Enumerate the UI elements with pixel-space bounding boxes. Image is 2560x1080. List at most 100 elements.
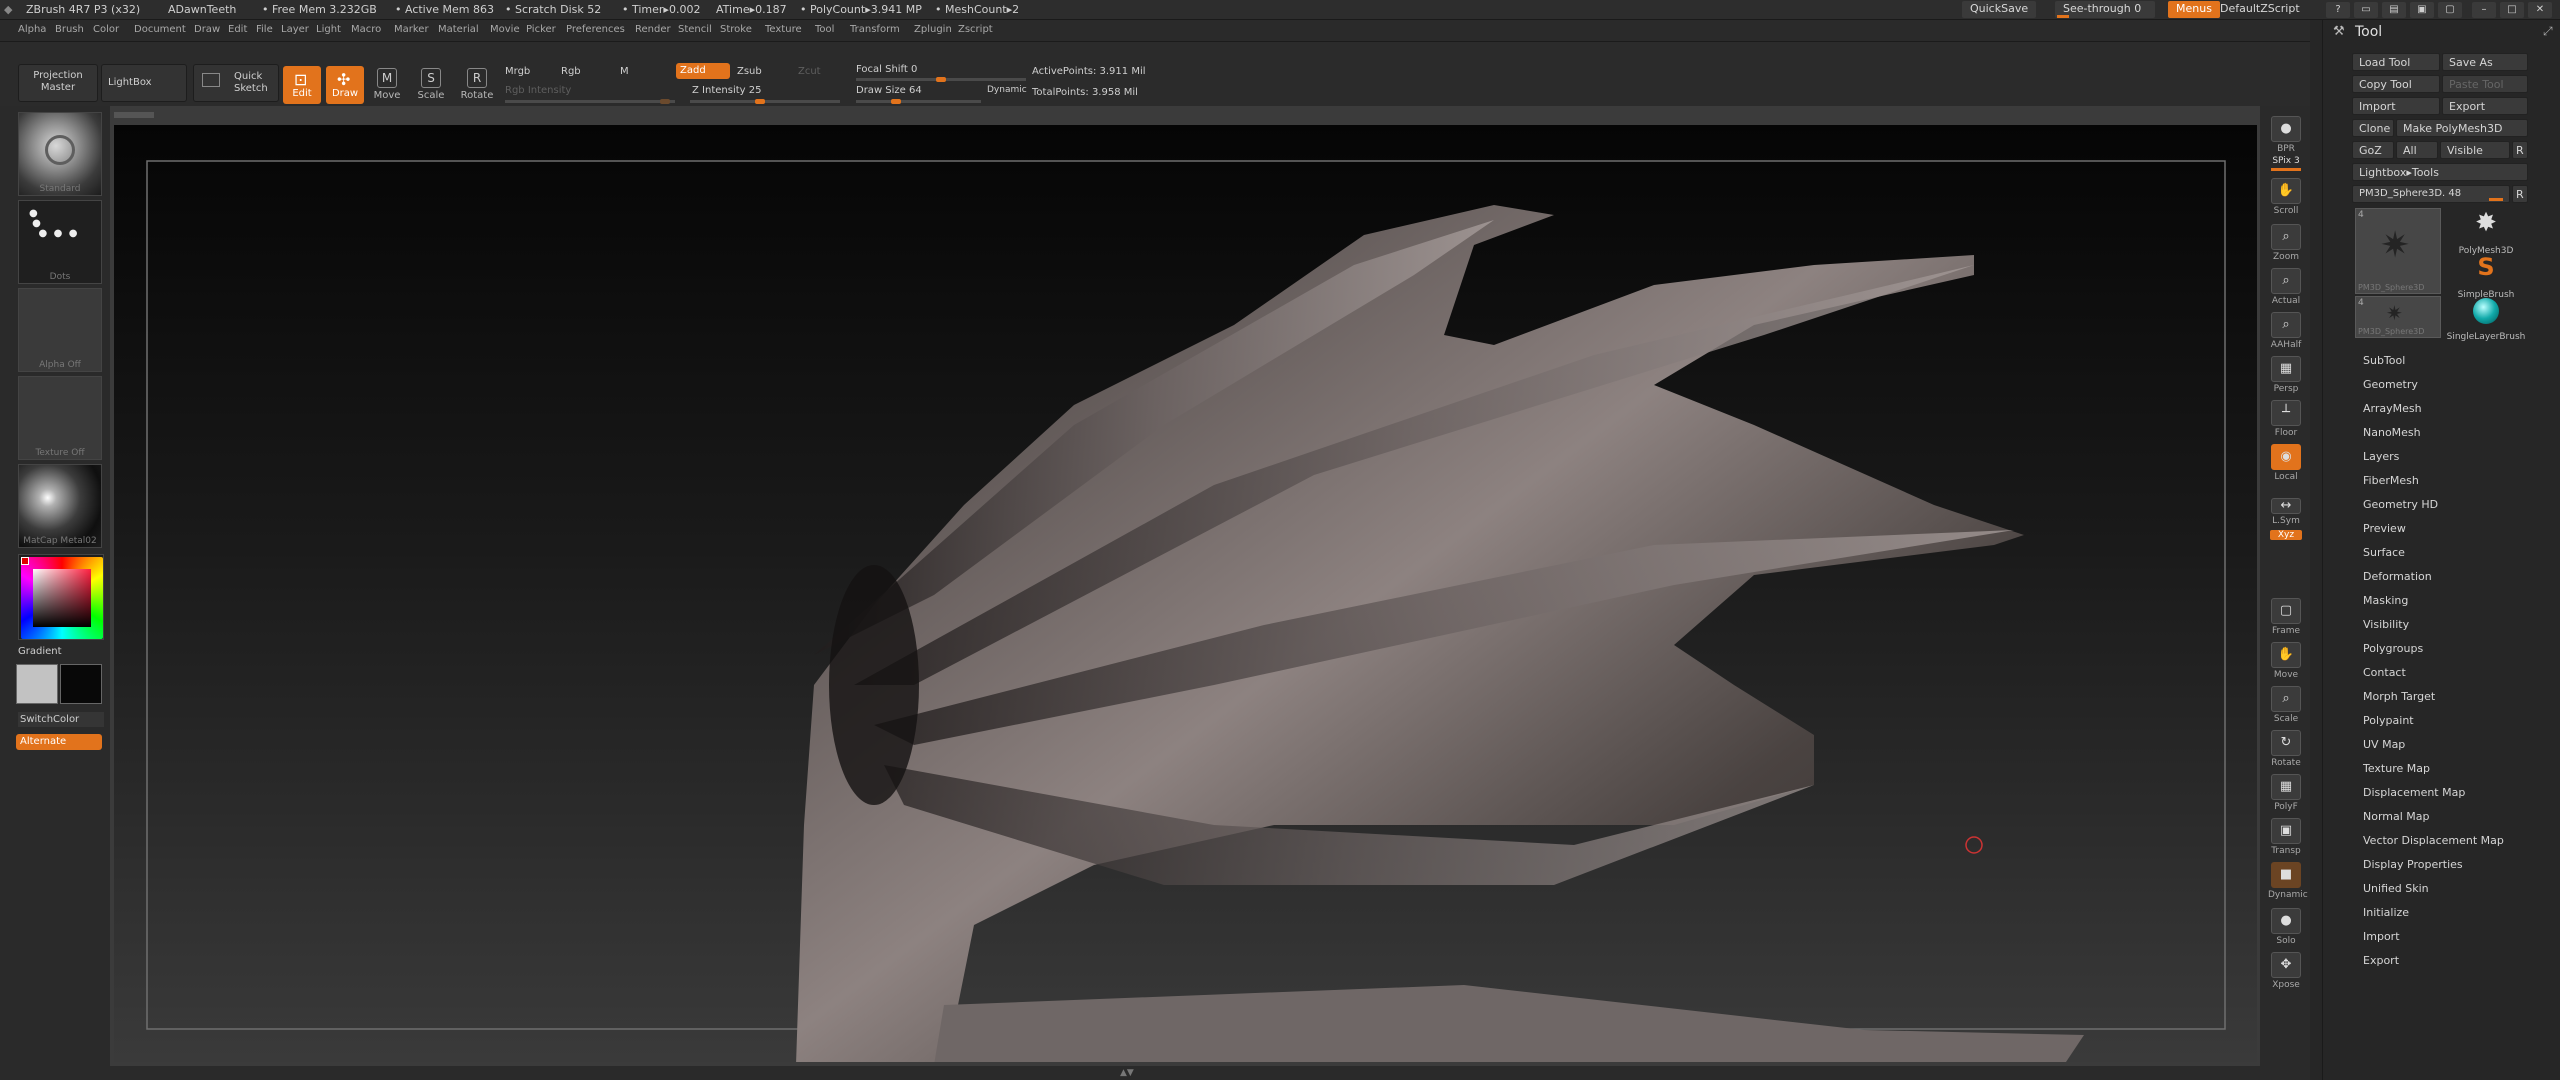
layout-icon[interactable]: ▭	[2354, 2, 2378, 18]
subpalette-preview[interactable]: Preview	[2363, 522, 2406, 535]
save-as-button[interactable]: Save As	[2442, 53, 2528, 71]
subpalette-polygroups[interactable]: Polygroups	[2363, 642, 2423, 655]
persp-button[interactable]: ▦ Persp	[2268, 356, 2304, 394]
close-icon[interactable]: ✕	[2528, 2, 2552, 18]
scale-view-button[interactable]: ⌕ Scale	[2268, 686, 2304, 724]
quick-sketch-button[interactable]: Quick Sketch	[193, 64, 279, 102]
solo-button[interactable]: ● Solo	[2268, 908, 2304, 946]
paste-tool-button[interactable]: Paste Tool	[2442, 75, 2528, 93]
tool-thumb-simplebrush[interactable]: S SimpleBrush	[2445, 252, 2527, 300]
menu-color[interactable]: Color	[93, 24, 119, 35]
draw-size-slider[interactable]: Draw Size 64	[856, 85, 922, 96]
saturation-value-square[interactable]	[33, 569, 91, 627]
current-tool-slider[interactable]: PM3D_Sphere3D. 48	[2352, 185, 2510, 203]
lightbox-tools-button[interactable]: Lightbox▸Tools	[2352, 163, 2528, 181]
clone-button[interactable]: Clone	[2352, 119, 2394, 137]
scroll-button[interactable]: ✋ Scroll	[2268, 178, 2304, 216]
tool-thumb-pm3d-sphere[interactable]: 4 ✷ PM3D_Sphere3D	[2355, 208, 2441, 294]
gradient-button[interactable]: Gradient	[18, 646, 62, 657]
subpalette-nanomesh[interactable]: NanoMesh	[2363, 426, 2421, 439]
subpalette-uv-map[interactable]: UV Map	[2363, 738, 2405, 751]
zadd-button[interactable]: Zadd	[676, 63, 730, 79]
subpalette-unified-skin[interactable]: Unified Skin	[2363, 882, 2429, 895]
switch-color-button[interactable]: SwitchColor	[18, 712, 104, 727]
subpalette-display-properties[interactable]: Display Properties	[2363, 858, 2463, 871]
current-tool-r-button[interactable]: R	[2512, 185, 2528, 203]
lsym-button[interactable]: ↔ L.Sym	[2268, 498, 2304, 526]
goz-all-button[interactable]: All	[2396, 141, 2438, 159]
copy-tool-button[interactable]: Copy Tool	[2352, 75, 2440, 93]
quicksave-button[interactable]: QuickSave	[1962, 1, 2037, 18]
menu-document[interactable]: Document	[134, 24, 186, 35]
menu-transform[interactable]: Transform	[850, 24, 900, 35]
subpalette-geometry[interactable]: Geometry	[2363, 378, 2418, 391]
floor-button[interactable]: ┴ Floor	[2268, 400, 2304, 438]
local-button[interactable]: ◉ Local	[2268, 444, 2304, 482]
menu-layer[interactable]: Layer	[281, 24, 309, 35]
bpr-button[interactable]: ● BPR	[2268, 116, 2304, 154]
goz-visible-button[interactable]: Visible	[2440, 141, 2510, 159]
goz-button[interactable]: GoZ	[2352, 141, 2394, 159]
menu-render[interactable]: Render	[635, 24, 671, 35]
palette-pin-icon[interactable]: ⤢	[2543, 24, 2553, 39]
subpalette-fibermesh[interactable]: FiberMesh	[2363, 474, 2419, 487]
expand-arrows-icon[interactable]: ▲▼	[1120, 1068, 1134, 1078]
minimize-icon[interactable]: –	[2472, 2, 2496, 18]
menu-material[interactable]: Material	[438, 24, 479, 35]
import-tool-button[interactable]: Import	[2352, 97, 2440, 115]
subpalette-normal-map[interactable]: Normal Map	[2363, 810, 2430, 823]
goz-r-button[interactable]: R	[2512, 141, 2528, 159]
rgb-button[interactable]: Rgb	[561, 66, 581, 77]
help-icon[interactable]: ?	[2326, 2, 2350, 18]
alternate-button[interactable]: Alternate	[16, 734, 102, 750]
subpalette-initialize[interactable]: Initialize	[2363, 906, 2409, 919]
subpalette-polypaint[interactable]: Polypaint	[2363, 714, 2414, 727]
spix-slider[interactable]: SPix 3	[2268, 156, 2304, 173]
save-icon[interactable]: ▣	[2410, 2, 2434, 18]
xpose-button[interactable]: ✥ Xpose	[2268, 952, 2304, 990]
menu-preferences[interactable]: Preferences	[566, 24, 625, 35]
menu-stencil[interactable]: Stencil	[678, 24, 712, 35]
export-tool-button[interactable]: Export	[2442, 97, 2528, 115]
menu-picker[interactable]: Picker	[526, 24, 556, 35]
main-color-swatch[interactable]	[16, 664, 58, 704]
maximize-icon[interactable]: □	[2500, 2, 2524, 18]
actual-button[interactable]: ⌕ Actual	[2268, 268, 2304, 306]
menu-alpha[interactable]: Alpha	[18, 24, 46, 35]
menu-brush[interactable]: Brush	[55, 24, 84, 35]
menu-texture[interactable]: Texture	[765, 24, 802, 35]
rotate-view-button[interactable]: ↻ Rotate	[2268, 730, 2304, 768]
subpalette-contact[interactable]: Contact	[2363, 666, 2406, 679]
menu-zscript[interactable]: Zscript	[958, 24, 993, 35]
menu-tool[interactable]: Tool	[815, 24, 834, 35]
lightbox-button[interactable]: LightBox	[101, 64, 187, 102]
default-zscript-button[interactable]: DefaultZScript	[2212, 1, 2308, 18]
zcut-button[interactable]: Zcut	[798, 66, 821, 77]
dynamic-persp-button[interactable]: ■ Dynamic	[2268, 862, 2308, 900]
tool-thumb-polymesh3d[interactable]: ✸ PolyMesh3D	[2445, 208, 2527, 256]
subpalette-vector-displacement-map[interactable]: Vector Displacement Map	[2363, 834, 2504, 847]
subpalette-geometry-hd[interactable]: Geometry HD	[2363, 498, 2438, 511]
rotate-button[interactable]: R Rotate	[457, 68, 497, 101]
menu-macro[interactable]: Macro	[351, 24, 381, 35]
color-picker[interactable]	[18, 554, 104, 640]
canvas-viewport[interactable]	[114, 125, 2257, 1062]
xyz-button[interactable]: Xyz	[2268, 530, 2304, 540]
polyf-button[interactable]: ▦ PolyF	[2268, 774, 2304, 812]
subpalette-visibility[interactable]: Visibility	[2363, 618, 2409, 631]
window-icon[interactable]: ▤	[2382, 2, 2406, 18]
subpalette-layers[interactable]: Layers	[2363, 450, 2399, 463]
subpalette-deformation[interactable]: Deformation	[2363, 570, 2432, 583]
make-polymesh3d-button[interactable]: Make PolyMesh3D	[2396, 119, 2528, 137]
transp-button[interactable]: ▣ Transp	[2268, 818, 2304, 856]
rgb-intensity-slider[interactable]: Rgb Intensity	[505, 85, 571, 96]
menu-movie[interactable]: Movie	[490, 24, 520, 35]
menu-marker[interactable]: Marker	[394, 24, 429, 35]
projection-master-button[interactable]: Projection Master	[18, 64, 98, 102]
subpalette-texture-map[interactable]: Texture Map	[2363, 762, 2430, 775]
subpalette-masking[interactable]: Masking	[2363, 594, 2408, 607]
menu-edit[interactable]: Edit	[228, 24, 247, 35]
m-button[interactable]: M	[620, 66, 629, 77]
z-intensity-slider[interactable]: Z Intensity 25	[692, 85, 761, 96]
secondary-color-swatch[interactable]	[60, 664, 102, 704]
